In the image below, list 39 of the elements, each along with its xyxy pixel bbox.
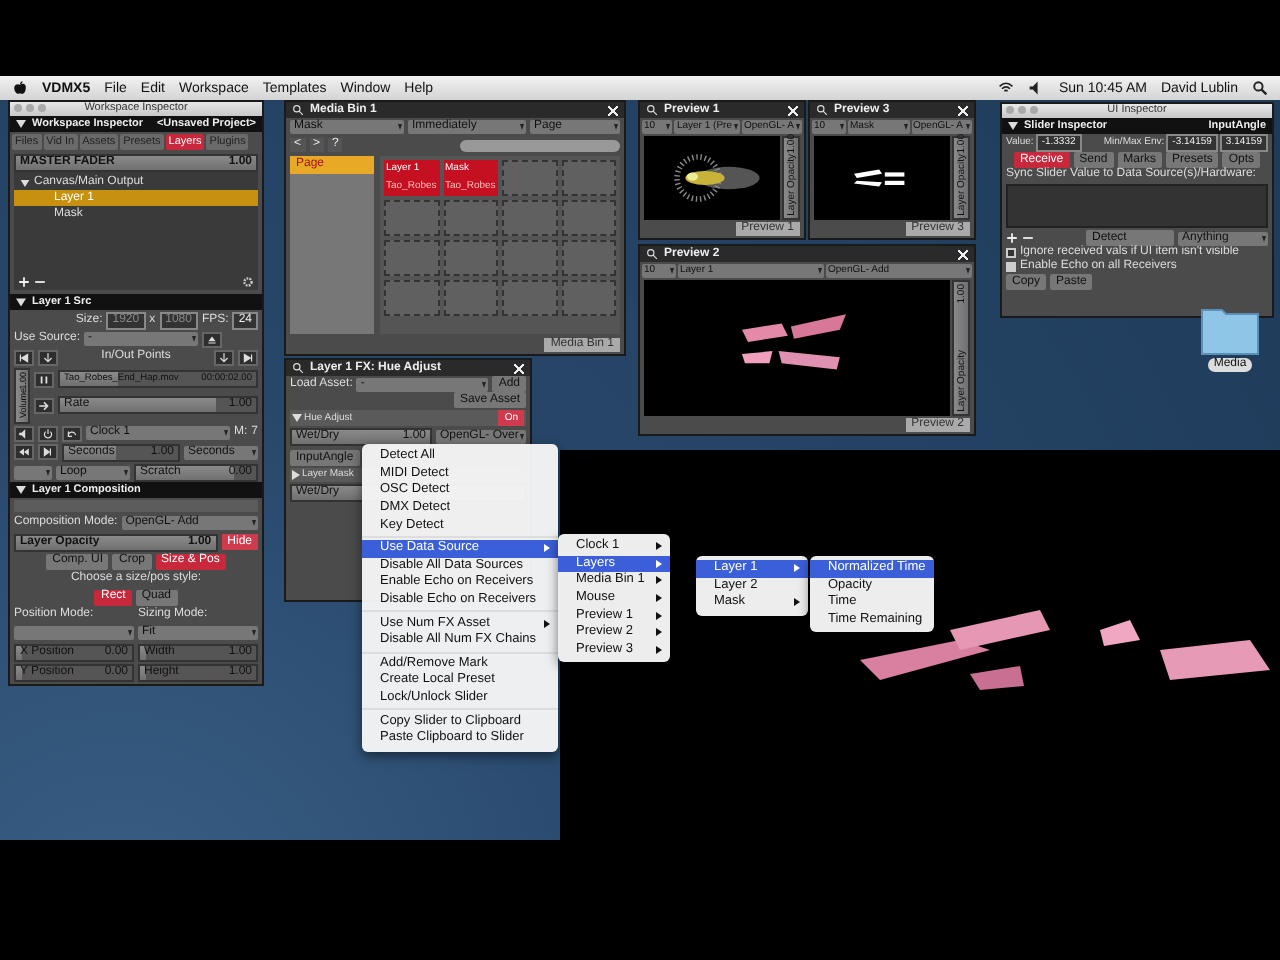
search-icon[interactable] — [292, 362, 304, 374]
close-icon[interactable] — [514, 363, 524, 373]
search-icon[interactable] — [292, 104, 304, 116]
arrow-down-icon[interactable] — [38, 349, 58, 366]
skip-forward-icon[interactable] — [238, 349, 258, 366]
pause-icon[interactable] — [34, 371, 54, 388]
arrow-down-icon[interactable] — [214, 349, 234, 366]
disclosure-icon[interactable] — [1008, 122, 1018, 130]
apple-icon[interactable] — [12, 80, 28, 96]
disclosure-icon[interactable] — [16, 298, 26, 307]
plus-icon[interactable] — [1006, 232, 1018, 244]
search-icon[interactable] — [646, 248, 658, 260]
search-icon[interactable] — [646, 104, 658, 116]
close-icon[interactable] — [958, 249, 968, 259]
speaker-icon[interactable] — [14, 425, 34, 441]
wifi-icon[interactable] — [998, 80, 1015, 96]
step-icon[interactable] — [38, 444, 58, 460]
undo-icon[interactable] — [62, 425, 82, 441]
disclosure-icon[interactable] — [20, 179, 30, 187]
checkbox[interactable] — [1006, 248, 1016, 258]
eject-icon[interactable] — [202, 331, 223, 348]
minus-icon[interactable] — [1022, 232, 1034, 244]
folder-icon[interactable] — [1200, 304, 1260, 356]
search-icon[interactable] — [1252, 80, 1268, 96]
search-field[interactable] — [460, 139, 620, 151]
arrow-right-icon[interactable] — [34, 397, 54, 414]
close-icon[interactable] — [788, 105, 798, 115]
rewind-icon[interactable] — [14, 444, 34, 460]
plus-icon[interactable] — [18, 275, 30, 288]
skip-back-icon[interactable] — [14, 349, 34, 366]
disclosure-icon[interactable] — [16, 486, 26, 494]
disclosure-icon[interactable] — [16, 120, 26, 128]
gear-icon[interactable] — [242, 275, 254, 288]
minus-icon[interactable] — [34, 275, 46, 288]
checkbox[interactable] — [1006, 262, 1016, 272]
search-icon[interactable] — [816, 104, 828, 116]
close-icon[interactable] — [958, 105, 968, 115]
power-icon[interactable] — [38, 425, 58, 441]
close-icon[interactable] — [608, 105, 618, 115]
